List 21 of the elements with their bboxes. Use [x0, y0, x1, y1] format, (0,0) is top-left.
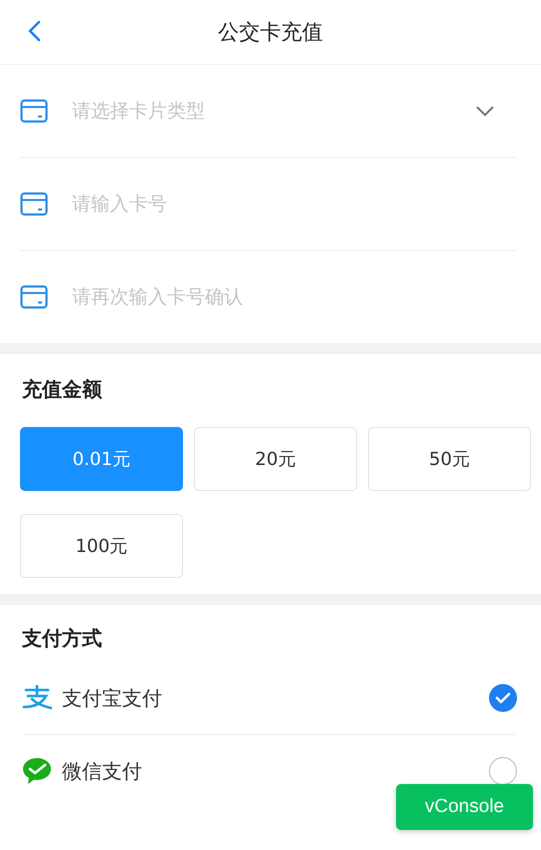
card-icon [20, 192, 48, 216]
chat-check-icon [22, 757, 52, 785]
amount-option[interactable]: 20元 [194, 427, 357, 491]
amount-option[interactable]: 100元 [20, 514, 183, 578]
payment-method-label[interactable]: 支付宝支付 [62, 684, 479, 712]
card-icon [20, 285, 48, 309]
chevron-down-icon[interactable] [475, 105, 495, 117]
back-icon[interactable] [26, 20, 42, 42]
section-title: 充值金额 [20, 376, 103, 403]
card-number-field[interactable]: 请再次输入卡号确认 [72, 280, 517, 314]
checkmark-icon [495, 692, 511, 704]
alipay-icon [22, 685, 52, 711]
radio-button[interactable] [489, 684, 517, 712]
page-title: 公交卡充值 [218, 19, 323, 46]
payment-method-label[interactable]: 微信支付 [62, 758, 479, 784]
amount-option[interactable]: 50元 [368, 427, 531, 491]
card-icon [20, 99, 48, 123]
card-type-select[interactable]: 请选择卡片类型 [72, 94, 451, 128]
card-number-field[interactable]: 请输入卡号 [72, 187, 517, 221]
section-title: 支付方式 [20, 625, 103, 652]
radio-button[interactable] [489, 757, 517, 785]
